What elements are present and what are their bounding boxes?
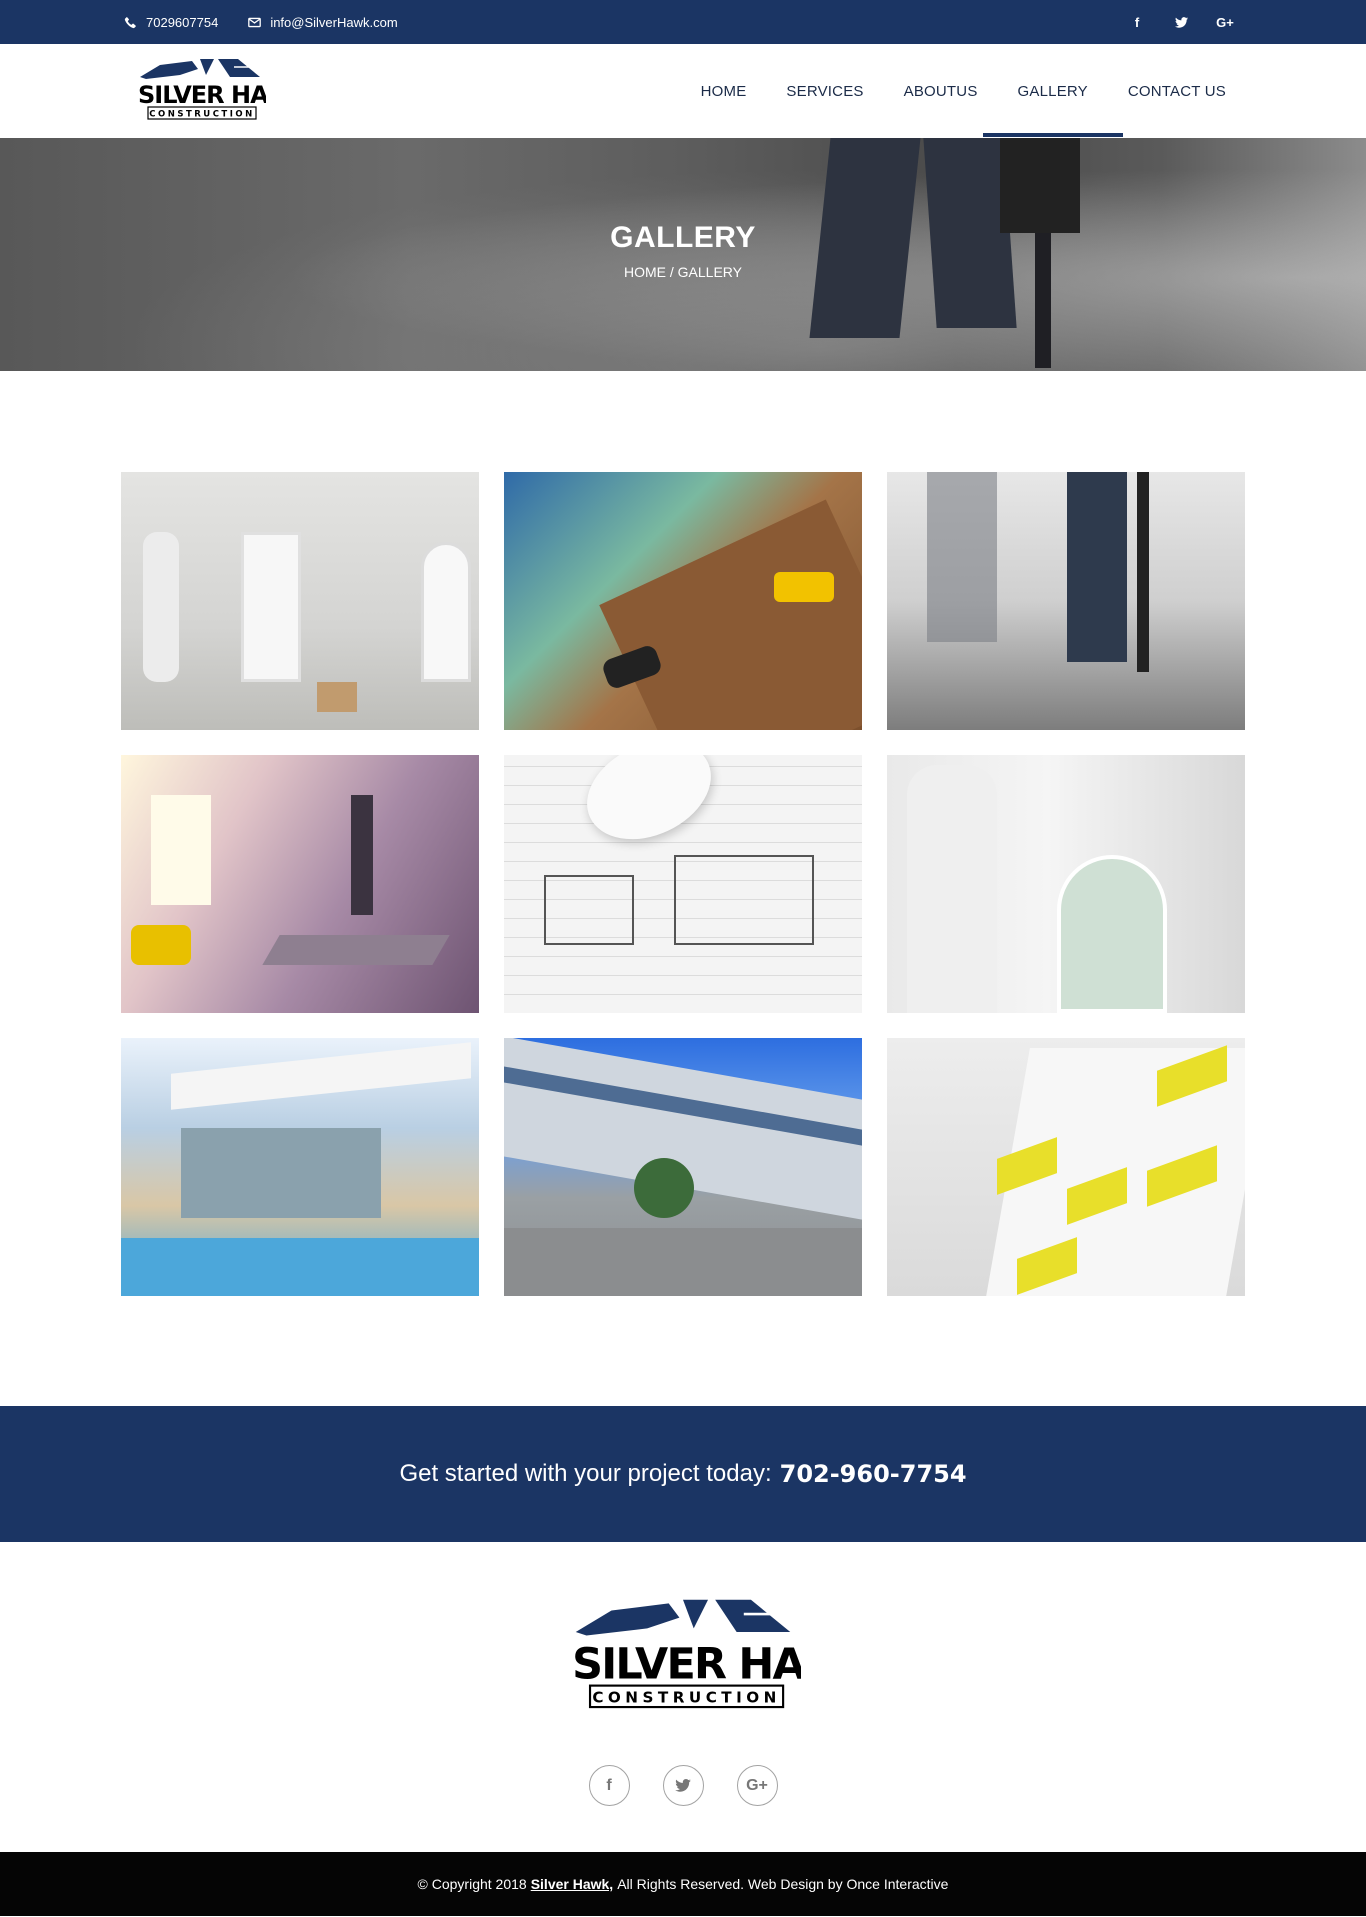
worker-leg-blurred <box>927 472 997 642</box>
copyright-brand-link[interactable]: Silver Hawk, <box>531 1876 614 1892</box>
painter-figure <box>907 765 997 1013</box>
floor-plan-room <box>544 875 634 945</box>
roof-slab <box>171 1042 471 1110</box>
gallery-image-painters-interior[interactable] <box>121 472 479 730</box>
page-hero-banner: GALLERY HOME / GALLERY <box>0 138 1366 371</box>
cta-phone[interactable]: 702-960-7754 <box>780 1460 967 1488</box>
email-address: info@SilverHawk.com <box>270 14 398 30</box>
phone-contact[interactable]: 7029607754 <box>124 15 218 30</box>
hero-jackhammer-body <box>1000 138 1080 233</box>
glass-wall <box>181 1128 381 1218</box>
tree <box>634 1158 694 1218</box>
nav-gallery[interactable]: GALLERY <box>982 83 1124 137</box>
jackhammer <box>1137 472 1149 672</box>
svg-text:SILVER HAWK: SILVER HAWK <box>138 81 266 109</box>
copyright-suffix: All Rights Reserved. Web Design by Once … <box>617 1876 949 1892</box>
gallery-image-modern-house[interactable] <box>121 1038 479 1296</box>
cardboard-box <box>317 682 357 712</box>
cta-banner: Get started with your project today: 702… <box>0 1406 1366 1542</box>
top-bar: 7029607754 info@SilverHawk.com f G+ <box>0 0 1366 44</box>
envelope-icon <box>248 17 262 27</box>
svg-text:CONSTRUCTION: CONSTRUCTION <box>592 1689 781 1707</box>
yellow-bucket <box>131 925 191 965</box>
worker-figure <box>351 795 373 915</box>
painter-figure <box>143 532 179 682</box>
primary-nav: HOME SERVICES ABOUTUS GALLERY CONTACT US <box>701 83 1226 137</box>
bright-window <box>151 795 211 905</box>
facebook-icon[interactable]: f <box>588 1765 630 1806</box>
nav-contact-us[interactable]: CONTACT US <box>1128 83 1226 100</box>
pool-water <box>121 1238 479 1296</box>
page-title: GALLERY <box>610 221 756 254</box>
silver-hawk-logo-icon: SILVER HAWK CONSTRUCTION <box>572 1599 884 1709</box>
gallery-image-painter-wall[interactable] <box>887 755 1245 1013</box>
facebook-icon[interactable]: f <box>1126 15 1148 30</box>
site-footer: SILVER HAWK CONSTRUCTION f G+ <box>0 1542 1366 1852</box>
arched-window <box>1057 855 1167 1013</box>
copyright-prefix: © Copyright 2018 <box>417 1876 527 1892</box>
floor-plan-room <box>674 855 814 945</box>
gallery-image-yellow-balconies[interactable] <box>887 1038 1245 1296</box>
phone-icon <box>124 16 136 28</box>
drywall-panels <box>262 935 450 965</box>
silver-hawk-logo-icon: SILVER HAWK CONSTRUCTION <box>138 59 266 120</box>
gallery-image-jackhammer[interactable] <box>887 472 1245 730</box>
gallery-image-office-building[interactable] <box>504 1038 862 1296</box>
svg-text:CONSTRUCTION: CONSTRUCTION <box>149 110 254 120</box>
cta-text: Get started with your project today: <box>399 1460 772 1487</box>
footer-social-links: f G+ <box>588 1765 778 1806</box>
copyright-bar: © Copyright 2018 Silver Hawk, All Rights… <box>0 1852 1366 1916</box>
gallery-image-drywall-renovation[interactable] <box>121 755 479 1013</box>
email-contact[interactable]: info@SilverHawk.com <box>248 14 398 30</box>
svg-text:SILVER HAWK: SILVER HAWK <box>572 1639 801 1689</box>
nav-home[interactable]: HOME <box>701 83 747 100</box>
yellow-tool <box>774 572 834 602</box>
nav-aboutus[interactable]: ABOUTUS <box>904 83 978 100</box>
wood-planks <box>599 499 862 730</box>
parking-lot <box>504 1228 862 1296</box>
twitter-icon[interactable] <box>662 1765 704 1806</box>
arched-window <box>421 542 471 682</box>
main-navbar: SILVER HAWK CONSTRUCTION HOME SERVICES A… <box>0 44 1366 138</box>
nav-services[interactable]: SERVICES <box>786 83 863 100</box>
gallery-image-wood-flooring[interactable] <box>504 472 862 730</box>
gallery-grid <box>0 371 1366 1406</box>
breadcrumb: HOME / GALLERY <box>623 264 742 280</box>
phone-number: 7029607754 <box>146 14 219 30</box>
top-social-links: f G+ <box>1126 15 1236 30</box>
gallery-image-blueprint[interactable] <box>504 755 862 1013</box>
google-plus-icon[interactable]: G+ <box>736 1765 778 1806</box>
rolled-blueprint <box>571 755 727 859</box>
site-logo[interactable]: SILVER HAWK CONSTRUCTION <box>134 55 266 127</box>
twitter-icon[interactable] <box>1170 16 1192 28</box>
worker-leg <box>1067 472 1127 662</box>
google-plus-icon[interactable]: G+ <box>1214 15 1236 30</box>
arched-window <box>241 532 301 682</box>
footer-logo[interactable]: SILVER HAWK CONSTRUCTION <box>565 1592 884 1727</box>
